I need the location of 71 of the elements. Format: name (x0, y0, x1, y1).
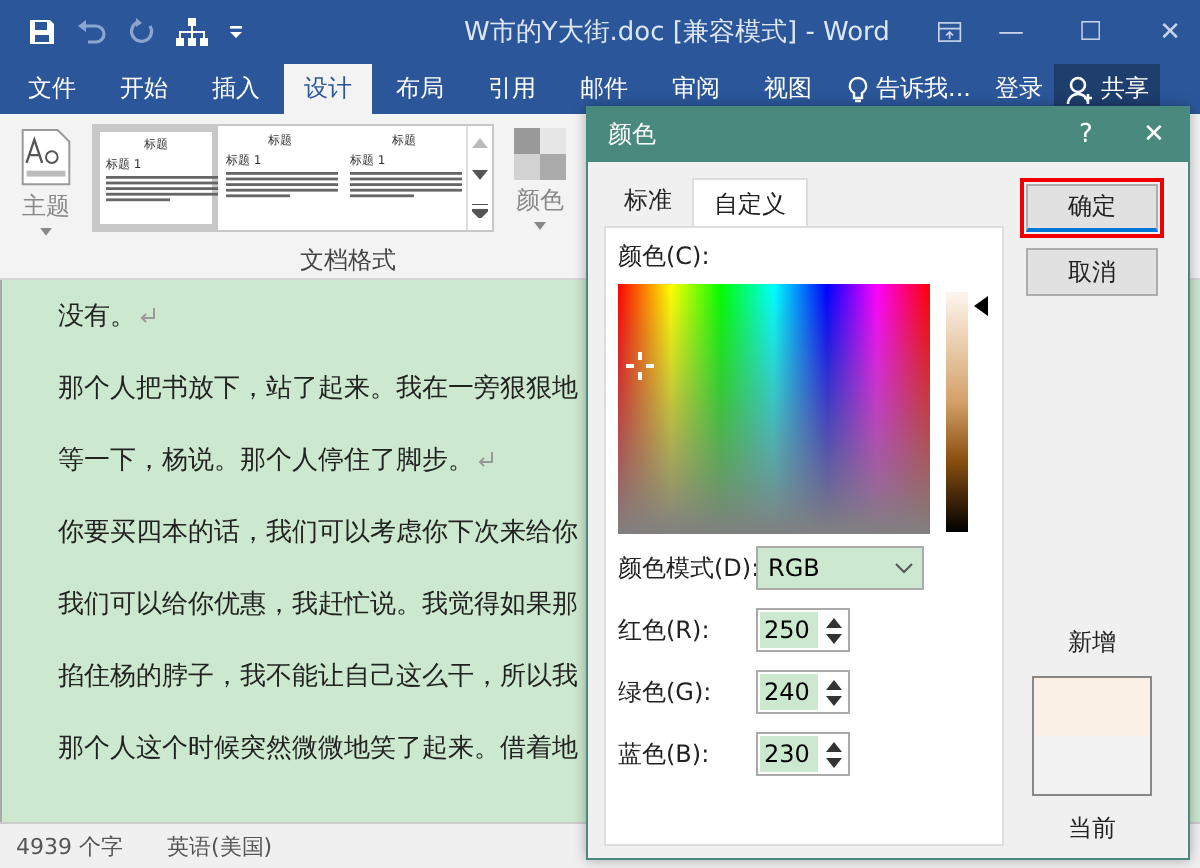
channel-label: 绿色(G): (618, 675, 714, 709)
more-icon[interactable] (472, 204, 488, 219)
colors-label: 颜色(C): (618, 240, 712, 274)
spin-field[interactable]: 240 (756, 670, 850, 714)
dropdown-icon (534, 222, 546, 230)
theme-icon (20, 128, 72, 187)
tell-me-button[interactable]: 告诉我... (836, 64, 983, 114)
sign-in-link[interactable]: 登录 (982, 64, 1055, 114)
spin-up-icon[interactable] (826, 617, 842, 627)
word-count: 4939 个字 (16, 831, 123, 861)
window-title: W市的Y大街.doc [兼容模式] - Word (464, 16, 890, 50)
dialog-tab[interactable]: 自定义 (692, 178, 808, 226)
dialog-title: 颜色 (608, 118, 656, 152)
color-mode-label: 颜色模式(D): (618, 551, 756, 585)
dropdown-icon (40, 228, 52, 236)
color-preview-swatch (1032, 676, 1152, 796)
paragraph: 没有。 (58, 300, 136, 334)
channel-label: 蓝色(B): (618, 737, 712, 771)
dialog-button[interactable]: 取消 (1026, 248, 1158, 296)
window-control[interactable]: ☐ (1060, 17, 1121, 47)
ribbon-tab[interactable]: 邮件 (560, 64, 648, 114)
ribbon-tab[interactable]: 开始 (100, 64, 188, 114)
customize-icon[interactable] (228, 24, 244, 40)
spin-down-icon[interactable] (826, 757, 842, 767)
spin-field[interactable]: 230 (756, 732, 850, 776)
ribbon-tab[interactable]: 布局 (376, 64, 464, 114)
language-indicator: 英语(美国) (167, 831, 273, 861)
window-control[interactable]: — (981, 17, 1041, 47)
spin-down-icon[interactable] (826, 695, 842, 705)
ribbon-tab[interactable]: 文件 (8, 64, 96, 114)
slider-arrow-icon[interactable] (974, 296, 988, 316)
channel-label: 红色(R): (618, 613, 712, 647)
close-button[interactable]: ✕ (1120, 118, 1188, 152)
ribbon-tab[interactable]: 插入 (192, 64, 280, 114)
text-lines-drawing (106, 176, 218, 204)
color-mode-dropdown[interactable]: RGB (756, 546, 924, 590)
save-icon[interactable] (28, 18, 56, 46)
scroll-down-icon[interactable] (472, 170, 488, 181)
spin-down-icon[interactable] (826, 633, 842, 643)
ribbon-tab[interactable]: 视图 (744, 64, 832, 114)
paragraph: 那个人把书放下，站了起来。我在一旁狠狠地 (58, 372, 578, 406)
lightbulb-icon (848, 75, 868, 103)
current-label: 当前 (1068, 812, 1116, 846)
spin-up-icon[interactable] (826, 679, 842, 689)
luminance-bar[interactable] (946, 292, 968, 532)
chevron-down-icon[interactable] (894, 562, 914, 574)
person-icon (1066, 75, 1095, 103)
text-lines-drawing (350, 172, 462, 200)
spin-field[interactable]: 250 (756, 608, 850, 652)
hierarchy-icon[interactable] (176, 18, 208, 46)
dialog-button[interactable]: 确定 (1026, 184, 1158, 232)
paragraph: 等一下，杨说。那个人停住了脚步。 (58, 444, 474, 478)
crosshair-icon (624, 350, 656, 382)
ribbon-tab[interactable]: 审阅 (652, 64, 740, 114)
color-spectrum[interactable] (618, 284, 930, 534)
redo-icon[interactable] (128, 18, 156, 46)
new-label: 新增 (1068, 626, 1116, 660)
ribbon-tab[interactable]: 设计 (284, 64, 372, 114)
group-label: 文档格式 (300, 244, 396, 278)
paragraph: 我们可以给你优惠，我赶忙说。我觉得如果那 (58, 588, 578, 622)
color-swatch-icon (514, 128, 566, 180)
window-control[interactable]: ✕ (1140, 17, 1200, 47)
text-lines-drawing (226, 172, 338, 200)
paragraph: 你要买四本的话，我们可以考虑你下次来给你 (58, 516, 578, 550)
paragraph: 掐住杨的脖子，我不能让自己这么干，所以我 (58, 660, 578, 694)
paragraph: 那个人这个时候突然微微地笑了起来。借着地 (58, 732, 578, 766)
ribbon-tab[interactable]: 引用 (468, 64, 556, 114)
help-button[interactable]: ? (1052, 118, 1120, 152)
ribbon-display-icon[interactable] (937, 20, 962, 44)
spin-up-icon[interactable] (826, 741, 842, 751)
undo-icon[interactable] (76, 18, 108, 46)
